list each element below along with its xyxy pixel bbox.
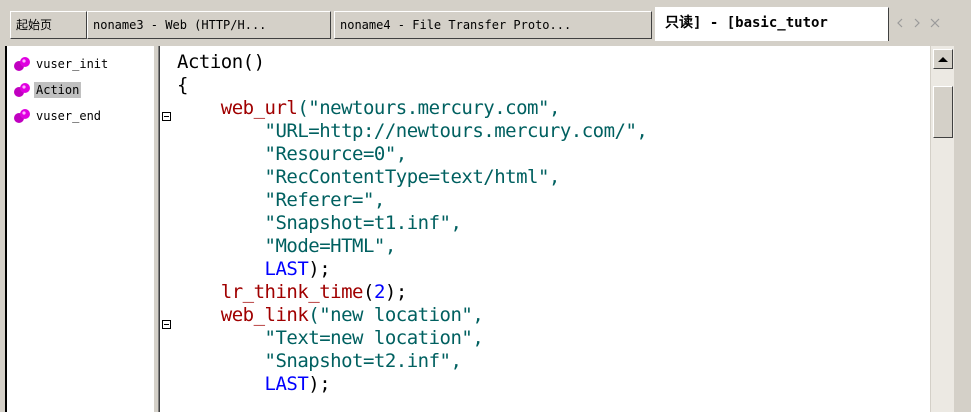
code-token: "Referer=", xyxy=(177,189,386,211)
code-editor[interactable]: Action(){ web_url("newtours.mercury.com"… xyxy=(160,46,930,412)
tab-scroll-right-icon[interactable] xyxy=(910,16,924,34)
script-ball-icon xyxy=(14,109,30,123)
scroll-up-button[interactable] xyxy=(933,49,953,69)
code-token: lr_think_time xyxy=(220,281,364,303)
tab-start-page[interactable]: 起始页 xyxy=(10,11,87,39)
arrow-up-icon xyxy=(938,56,948,62)
tab-noname4[interactable]: noname4 - File Transfer Proto... xyxy=(334,11,652,39)
tab-basic-tutorial[interactable]: 只读] - [basic_tutor xyxy=(655,7,889,41)
tab-scroll-left-icon[interactable] xyxy=(893,16,907,34)
code-token: LAST xyxy=(264,258,309,280)
code-line[interactable]: "Text=new location", xyxy=(177,327,647,350)
code-text[interactable]: Action(){ web_url("newtours.mercury.com"… xyxy=(177,51,648,396)
code-token: ("newtours.mercury.com", xyxy=(297,97,560,119)
code-token: ); xyxy=(308,258,331,280)
tree-item-action[interactable]: Action xyxy=(13,80,82,100)
fold-toggle-icon[interactable] xyxy=(162,112,171,121)
code-token: ("new location", xyxy=(308,304,484,326)
tree-item-vuser-end[interactable]: vuser_end xyxy=(13,106,103,126)
script-ball-icon xyxy=(14,57,30,71)
code-token: "RecContentType=text/html", xyxy=(177,166,561,188)
code-token: LAST xyxy=(264,373,309,395)
code-line[interactable]: LAST); xyxy=(177,258,647,281)
document-tab-strip: 起始页 noname3 - Web (HTTP/H... noname4 - F… xyxy=(5,0,971,46)
tree-item-vuser-init[interactable]: vuser_init xyxy=(13,54,110,74)
code-token: web_link xyxy=(220,304,309,326)
code-line[interactable]: web_link("new location", xyxy=(177,304,647,327)
code-token: ); xyxy=(384,281,407,303)
vertical-scrollbar[interactable] xyxy=(930,46,954,412)
tree-item-label: Action xyxy=(34,82,82,98)
window-frame-right xyxy=(954,46,971,412)
code-line[interactable]: "Referer=", xyxy=(177,189,647,212)
code-token: "Resource=0", xyxy=(177,143,408,165)
tab-noname3[interactable]: noname3 - Web (HTTP/H... xyxy=(87,11,331,39)
code-token: ); xyxy=(308,373,331,395)
code-token: web_url xyxy=(220,97,298,119)
code-token: Action() xyxy=(177,51,265,73)
action-tree: vuser_init Action vuser_end xyxy=(7,46,153,412)
code-token: "Mode=HTML", xyxy=(177,235,397,257)
scrollbar-thumb[interactable] xyxy=(933,86,953,138)
code-line[interactable]: "Snapshot=t2.inf", xyxy=(177,350,647,373)
code-line[interactable]: "Mode=HTML", xyxy=(177,235,647,258)
code-token: 2 xyxy=(373,281,385,303)
script-ball-icon xyxy=(14,83,30,97)
code-line[interactable]: { xyxy=(177,74,647,97)
code-line[interactable]: "Snapshot=t1.inf", xyxy=(177,212,647,235)
code-line[interactable]: LAST); xyxy=(177,373,647,396)
fold-toggle-icon[interactable] xyxy=(162,320,171,329)
code-token: { xyxy=(177,74,188,96)
code-token: "Snapshot=t1.inf", xyxy=(177,212,462,234)
fold-gutter xyxy=(160,46,174,412)
script-editor-panel: vuser_init Action vuser_end Action(){ we… xyxy=(5,46,971,412)
code-token: "URL=http://newtours.mercury.com/", xyxy=(177,120,648,142)
code-line[interactable]: web_url("newtours.mercury.com", xyxy=(177,97,647,120)
tab-close-icon[interactable] xyxy=(928,16,942,34)
code-line[interactable]: Action() xyxy=(177,51,647,74)
code-line[interactable]: "Resource=0", xyxy=(177,143,647,166)
code-token: ( xyxy=(362,281,374,303)
code-line[interactable]: lr_think_time(2); xyxy=(177,281,647,304)
code-token: "Snapshot=t2.inf", xyxy=(177,350,462,372)
code-line[interactable]: "RecContentType=text/html", xyxy=(177,166,647,189)
tree-item-label: vuser_end xyxy=(36,109,102,123)
tree-item-label: vuser_init xyxy=(36,57,109,71)
code-token: "Text=new location", xyxy=(177,327,484,349)
code-line[interactable]: "URL=http://newtours.mercury.com/", xyxy=(177,120,648,143)
